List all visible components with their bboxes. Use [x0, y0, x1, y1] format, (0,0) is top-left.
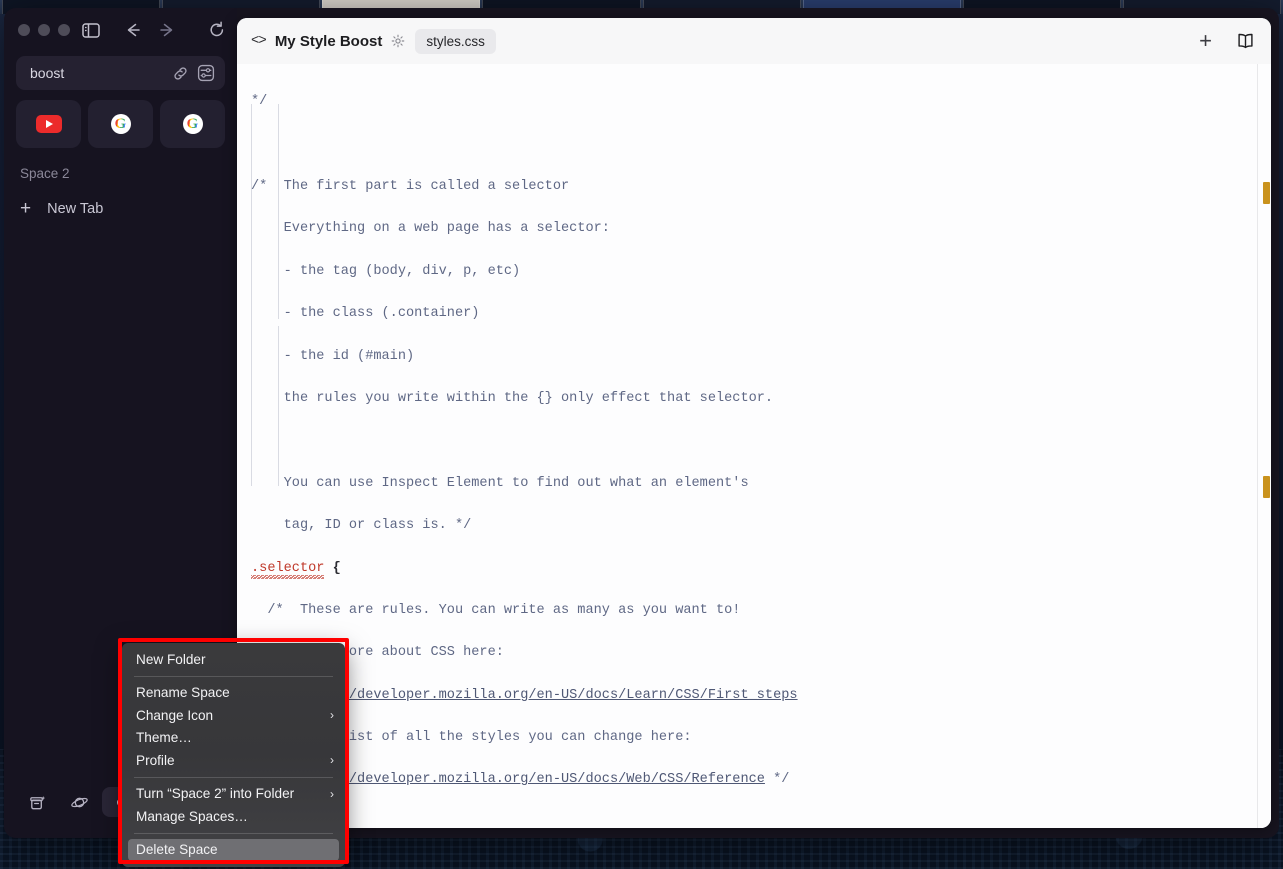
navigation-buttons	[120, 17, 230, 43]
youtube-icon	[35, 115, 62, 133]
menu-item-delete-space[interactable]: Delete Space	[128, 838, 339, 861]
scroll-marker-2[interactable]	[1263, 476, 1270, 498]
mdn-link-first-steps[interactable]: https://developer.mozilla.org/en-US/docs…	[292, 688, 798, 703]
menu-item-new-folder[interactable]: New Folder	[122, 648, 345, 671]
menu-label: Profile	[136, 752, 175, 768]
code-line: - the class (.container)	[251, 306, 480, 322]
window-titlebar	[16, 8, 225, 48]
plus-icon: +	[20, 198, 32, 219]
menu-label: Change Icon	[136, 707, 214, 723]
google-icon: G	[110, 114, 131, 134]
minimize-window-button[interactable]	[38, 24, 50, 36]
url-bar[interactable]: boost	[16, 56, 225, 90]
menu-separator	[134, 776, 333, 778]
boost-editor-panel: <> My Style Boost styles.css + */ /* The…	[237, 18, 1271, 828]
code-line: /* The first part is called a selector	[251, 178, 570, 194]
chevron-right-icon: ›	[330, 753, 334, 768]
code-lines[interactable]: */ /* The first part is called a selecto…	[237, 64, 1271, 828]
code-line: Everything on a web page has a selector:	[251, 221, 610, 237]
traffic-light-buttons[interactable]	[18, 24, 70, 36]
menu-label: Theme…	[136, 730, 192, 746]
pinned-tab-youtube[interactable]	[16, 100, 81, 148]
pinned-tabs: G G	[16, 100, 225, 148]
sidebar-toggle-icon[interactable]	[82, 17, 100, 43]
code-line: tag, ID or class is. */	[251, 518, 472, 534]
code-line: See a list of all the styles you can cha…	[251, 730, 692, 746]
arrow-right-icon[interactable]	[154, 17, 180, 43]
menu-label: New Folder	[136, 651, 206, 667]
book-icon[interactable]	[1230, 33, 1261, 49]
gear-icon[interactable]	[391, 34, 405, 48]
code-line: the rules you write within the {} only e…	[251, 390, 774, 406]
editor-scrollbar[interactable]	[1257, 64, 1271, 828]
page-title: My Style Boost	[274, 32, 383, 50]
add-file-button[interactable]: +	[1191, 30, 1220, 52]
code-line: - the tag (body, div, p, etc)	[251, 263, 521, 279]
menu-item-change-icon[interactable]: Change Icon ›	[122, 704, 345, 727]
code-line-selector: .selector {	[251, 560, 341, 576]
pinned-tab-google-2[interactable]: G	[160, 100, 225, 148]
menu-label: Delete Space	[136, 842, 218, 858]
tab-styles-css[interactable]: styles.css	[415, 28, 496, 54]
code-line: Learn more about CSS here:	[251, 645, 504, 661]
chevron-right-icon: ›	[330, 786, 334, 801]
google-icon: G	[182, 114, 203, 134]
mdn-link-css-reference[interactable]: https://developer.mozilla.org/en-US/docs…	[292, 772, 765, 787]
menu-item-theme[interactable]: Theme…	[122, 727, 345, 750]
zoom-window-button[interactable]	[58, 24, 70, 36]
code-brackets-icon: <>	[251, 33, 267, 49]
new-tab-label: New Tab	[47, 200, 104, 217]
menu-item-rename-space[interactable]: Rename Space	[122, 682, 345, 705]
menu-separator	[134, 675, 333, 677]
menu-label: Rename Space	[136, 685, 230, 701]
css-selector-error: .selector	[251, 560, 325, 576]
planet-icon[interactable]	[60, 787, 98, 817]
link-icon[interactable]	[172, 65, 189, 82]
menu-label: Turn “Space 2” into Folder	[136, 786, 295, 802]
code-line: /* These are rules. You can write as man…	[251, 602, 741, 618]
code-line: */	[251, 94, 268, 110]
code-line: You can use Inspect Element to find out …	[251, 475, 749, 491]
url-input[interactable]: boost	[30, 65, 164, 81]
menu-separator	[134, 832, 333, 834]
pinned-tab-google-1[interactable]: G	[88, 100, 153, 148]
archive-icon[interactable]	[18, 787, 56, 817]
space-label: Space 2	[20, 166, 70, 181]
scroll-marker-1[interactable]	[1263, 182, 1270, 204]
new-tab-button[interactable]: + New Tab	[20, 199, 225, 218]
editor-tab-bar: <> My Style Boost styles.css +	[237, 18, 1271, 64]
code-editor[interactable]: */ /* The first part is called a selecto…	[237, 64, 1271, 828]
code-line: - the id (#main)	[251, 348, 415, 364]
space-context-menu[interactable]: New Folder Rename Space Change Icon › Th…	[122, 643, 345, 867]
close-window-button[interactable]	[18, 24, 30, 36]
project-title-group[interactable]: <> My Style Boost	[251, 33, 405, 50]
chevron-right-icon: ›	[330, 708, 334, 723]
code-line: https://developer.mozilla.org/en-US/docs…	[251, 685, 1271, 706]
arrow-left-icon[interactable]	[120, 17, 146, 43]
sliders-icon[interactable]	[197, 64, 215, 82]
menu-item-turn-into-folder[interactable]: Turn “Space 2” into Folder ›	[122, 783, 345, 806]
menu-item-profile[interactable]: Profile ›	[122, 749, 345, 772]
code-line: https://developer.mozilla.org/en-US/docs…	[291, 772, 790, 788]
menu-label: Manage Spaces…	[136, 808, 248, 824]
reload-icon[interactable]	[204, 17, 230, 43]
menu-item-manage-spaces[interactable]: Manage Spaces…	[122, 805, 345, 828]
main-content-area: <> My Style Boost styles.css + */ /* The…	[237, 8, 1279, 838]
